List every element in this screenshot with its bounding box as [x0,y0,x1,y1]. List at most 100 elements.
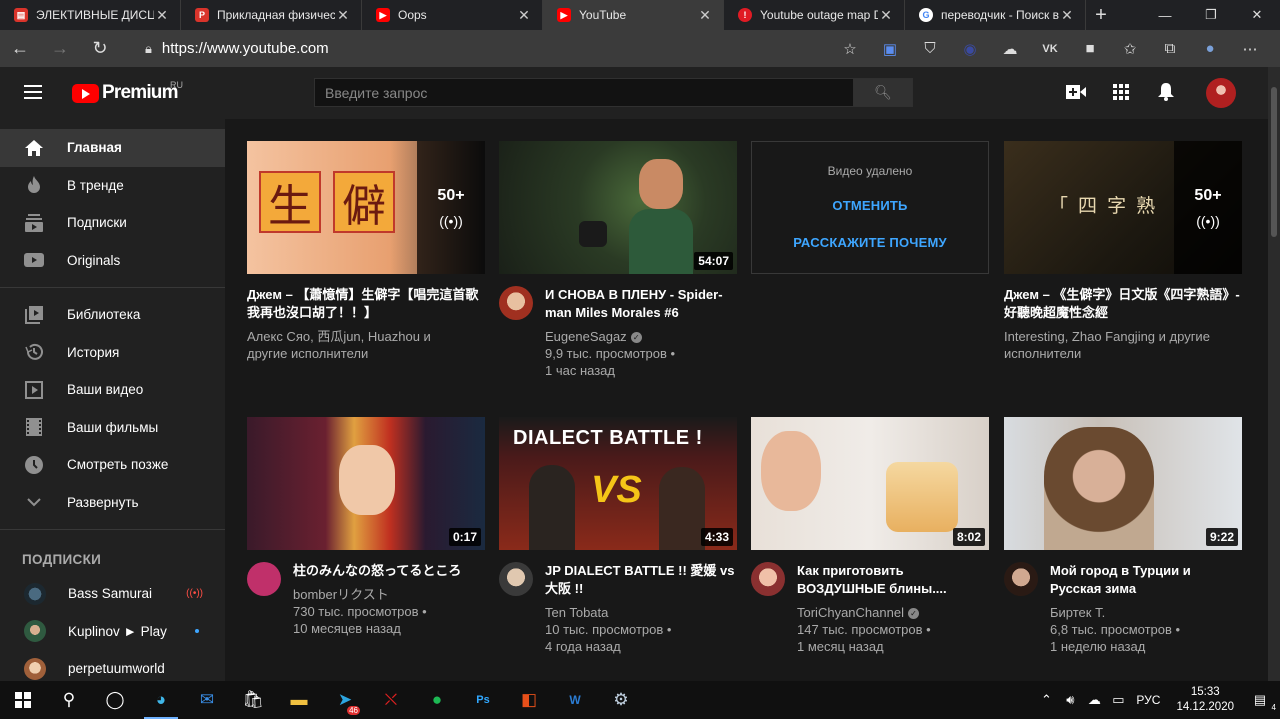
undo-button[interactable]: ОТМЕНИТЬ [832,198,907,213]
steam-icon[interactable]: ⚙ [598,681,644,719]
favorite-star-icon[interactable]: ☆ [830,40,870,58]
video-card[interactable]: 9:22 Мой город в Турции и Русская зима Б… [1004,417,1242,655]
video-card[interactable]: 生 僻 50+ ((•)) Джем – 【蕭憶情】生僻字【唱完這首歌我再也沒口… [247,141,485,362]
video-title[interactable]: Джем – 【蕭憶情】生僻字【唱完這首歌我再也沒口胡了！！】 [247,286,485,322]
channel-avatar[interactable] [499,562,533,596]
sidebar-item-your-videos[interactable]: Ваши видео [0,371,225,409]
video-thumbnail[interactable]: 生 僻 50+ ((•)) [247,141,485,274]
scrollbar-thumb[interactable] [1271,87,1277,237]
sidebar-item-subscriptions[interactable]: Подписки [0,204,225,242]
browser-tab[interactable]: ▶ Oops ✕ [362,0,543,30]
refresh-icon[interactable]: ↻ [80,30,120,67]
youtube-premium-logo[interactable]: Premium RU [72,80,183,104]
onedrive-icon[interactable]: ☁ [1082,692,1106,708]
spotify-icon[interactable]: ● [414,681,460,719]
clock[interactable]: 15:33 14.12.2020 [1176,685,1234,715]
new-tab-button[interactable]: + [1086,0,1116,30]
close-icon[interactable]: ✕ [516,7,532,24]
video-thumbnail[interactable]: 8:02 [751,417,989,550]
apps-grid-icon[interactable] [1109,80,1133,104]
sidebar-item-watch-later[interactable]: Смотреть позже [0,446,225,484]
video-thumbnail[interactable]: 9:22 [1004,417,1242,550]
network-icon[interactable]: ▭ [1106,692,1130,708]
tell-us-why-button[interactable]: РАССКАЖИТЕ ПОЧЕМУ [793,235,947,250]
sidebar-item-trending[interactable]: В тренде [0,167,225,205]
telegram-icon[interactable]: ➤ 46 [322,681,368,719]
video-title[interactable]: JP DIALECT BATTLE !! 愛媛 vs 大阪 !! [545,562,737,598]
channel-avatar[interactable] [1004,562,1038,596]
shield-extension-icon[interactable]: ⛉ [910,40,950,57]
browser-tab[interactable]: ▤ ЭЛЕКТИВНЫЕ ДИСЦИПЛ ✕ [0,0,181,30]
windows-start-icon[interactable] [0,681,46,719]
cloud-extension-icon[interactable]: ☁ [990,40,1030,58]
mail-icon[interactable]: ✉ [184,681,230,719]
back-icon[interactable]: ← [0,30,40,67]
store-icon[interactable]: 🛍︎ [230,681,276,719]
notifications-bell-icon[interactable] [1154,80,1178,104]
browser-tab[interactable]: P Прикладная физическ ✕ [181,0,362,30]
photoshop-icon[interactable]: Ps [460,681,506,719]
more-menu-icon[interactable]: ⋯ [1230,40,1270,58]
channel-avatar[interactable] [499,286,533,320]
browser-tab[interactable]: G переводчик - Поиск в ✕ [905,0,1086,30]
account-avatar[interactable] [1206,78,1236,108]
edge-browser-icon[interactable]: ◕ [138,681,184,719]
acrobat-icon[interactable]: ⛌ [368,681,414,719]
profile-icon[interactable]: ● [1190,40,1230,57]
video-title[interactable]: 柱のみんなの怒ってるところ [293,562,485,580]
subscription-item[interactable]: Kuplinov ► Play [0,613,225,651]
video-thumbnail[interactable]: 54:07 [499,141,737,274]
word-icon[interactable]: W [552,681,598,719]
url-field[interactable]: 🔒︎ https://www.youtube.com [135,34,880,63]
volume-icon[interactable]: 🔊︎ [1058,692,1082,708]
page-scrollbar[interactable] [1268,67,1280,681]
video-thumbnail[interactable]: 0:17 [247,417,485,550]
language-indicator[interactable]: РУС [1136,693,1160,707]
video-card[interactable]: 0:17 柱のみんなの怒ってるところ bomberリクスト 730 тыс. п… [247,417,485,637]
office-icon[interactable]: ◧ [506,681,552,719]
menu-icon[interactable] [24,85,42,99]
subscription-item[interactable]: Bass Samurai ((•)) [0,575,225,613]
close-icon[interactable]: ✕ [154,7,170,24]
translate-extension-icon[interactable]: ▣ [870,40,910,58]
search-button[interactable]: 🔍︎ [853,78,913,107]
channel-avatar[interactable] [247,562,281,596]
globe-extension-icon[interactable]: ◉ [950,40,990,58]
subscription-item[interactable]: perpetuumworld [0,650,225,681]
minimize-icon[interactable]: — [1142,0,1188,30]
vk-extension-icon[interactable]: VK [1030,43,1070,55]
video-card[interactable]: 54:07 И СНОВА В ПЛЕНУ - Spider-man Miles… [499,141,737,379]
notifications-icon[interactable]: ▤ 4 [1248,692,1276,712]
close-window-icon[interactable]: ✕ [1234,0,1280,30]
channel-avatar[interactable] [751,562,785,596]
close-icon[interactable]: ✕ [335,7,351,24]
video-title[interactable]: Мой город в Турции и Русская зима [1050,562,1242,598]
show-hidden-icons-icon[interactable]: ⌃ [1034,692,1058,708]
sidebar-item-expand[interactable]: Развернуть [0,484,225,522]
forward-icon[interactable]: → [40,30,80,67]
sidebar-item-originals[interactable]: Originals [0,242,225,280]
video-title[interactable]: Как приготовить ВОЗДУШНЫЕ блины.... [797,562,989,598]
video-card[interactable]: 8:02 Как приготовить ВОЗДУШНЫЕ блины....… [751,417,989,655]
sidebar-item-history[interactable]: История [0,334,225,372]
task-view-icon[interactable]: ◯ [92,681,138,719]
sidebar-item-library[interactable]: Библиотека [0,296,225,334]
file-explorer-icon[interactable]: ▬ [276,681,322,719]
close-icon[interactable]: ✕ [697,7,713,24]
video-thumbnail[interactable]: 「 四 字 熟 50+ ((•)) [1004,141,1242,274]
collections-icon[interactable]: ⧉ [1150,40,1190,57]
channel-name[interactable]: bomberリクスト [293,586,485,603]
channel-name[interactable]: EugeneSagaz [545,329,627,344]
video-title[interactable]: Джем – 《生僻字》日文版《四字熟語》-好聽晚超魔性念經 [1004,286,1242,322]
close-icon[interactable]: ✕ [1059,7,1075,24]
search-icon[interactable]: ⚲ [46,681,92,719]
channel-name[interactable]: Ten Tobata [545,604,737,621]
maximize-icon[interactable]: ❐ [1188,0,1234,30]
sidebar-item-home[interactable]: Главная [0,129,225,167]
browser-tab-active[interactable]: ▶ YouTube ✕ [543,0,724,30]
video-title[interactable]: И СНОВА В ПЛЕНУ - Spider-man Miles Moral… [545,286,737,322]
video-card[interactable]: 「 四 字 熟 50+ ((•)) Джем – 《生僻字》日文版《四字熟語》-… [1004,141,1242,362]
channel-name[interactable]: ToriChyanChannel [797,605,904,620]
video-extension-icon[interactable]: ■ [1070,40,1110,57]
favorites-icon[interactable]: ✩ [1110,40,1150,58]
